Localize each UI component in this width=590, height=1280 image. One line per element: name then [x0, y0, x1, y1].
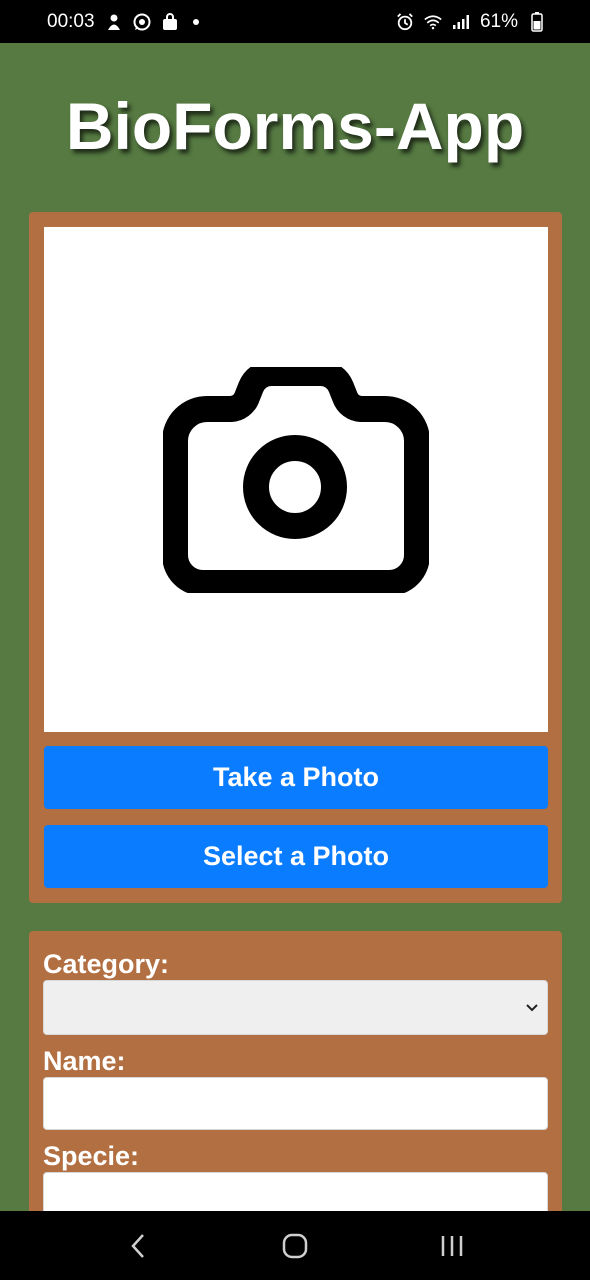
recents-icon	[441, 1235, 462, 1256]
camera-icon	[163, 366, 429, 593]
name-label: Name:	[43, 1046, 126, 1076]
notification-icon	[105, 13, 123, 31]
whatsapp-icon	[133, 13, 151, 31]
home-button[interactable]	[265, 1216, 325, 1276]
system-nav-bar	[0, 1211, 590, 1280]
form-card: Category: Name: Specie:	[29, 931, 562, 1231]
specie-label: Specie:	[43, 1141, 140, 1171]
shopping-bag-icon	[161, 12, 179, 31]
battery-icon	[528, 11, 546, 32]
photo-preview[interactable]	[44, 227, 548, 732]
back-button[interactable]	[108, 1216, 168, 1276]
signal-icon	[452, 13, 470, 31]
alarm-icon	[396, 12, 414, 31]
select-photo-button[interactable]: Select a Photo	[44, 825, 548, 888]
status-bar-left: 00:03	[47, 11, 199, 33]
category-select[interactable]	[43, 980, 548, 1035]
dot-icon	[192, 18, 199, 25]
recents-button[interactable]	[422, 1216, 482, 1276]
app-title: BioForms-App	[65, 89, 525, 163]
back-icon	[131, 1233, 145, 1258]
battery-percent: 61%	[479, 10, 518, 32]
chevron-down-icon	[526, 1003, 538, 1011]
status-time: 00:03	[47, 10, 95, 32]
status-bar-right: 61%	[396, 11, 546, 33]
take-photo-button[interactable]: Take a Photo	[44, 746, 548, 809]
photo-card: Take a Photo Select a Photo	[29, 212, 562, 903]
category-label: Category:	[43, 949, 170, 979]
name-input[interactable]	[43, 1077, 548, 1130]
home-icon	[282, 1233, 308, 1258]
wifi-icon	[424, 13, 442, 31]
status-bar: 00:03 61%	[0, 0, 590, 43]
